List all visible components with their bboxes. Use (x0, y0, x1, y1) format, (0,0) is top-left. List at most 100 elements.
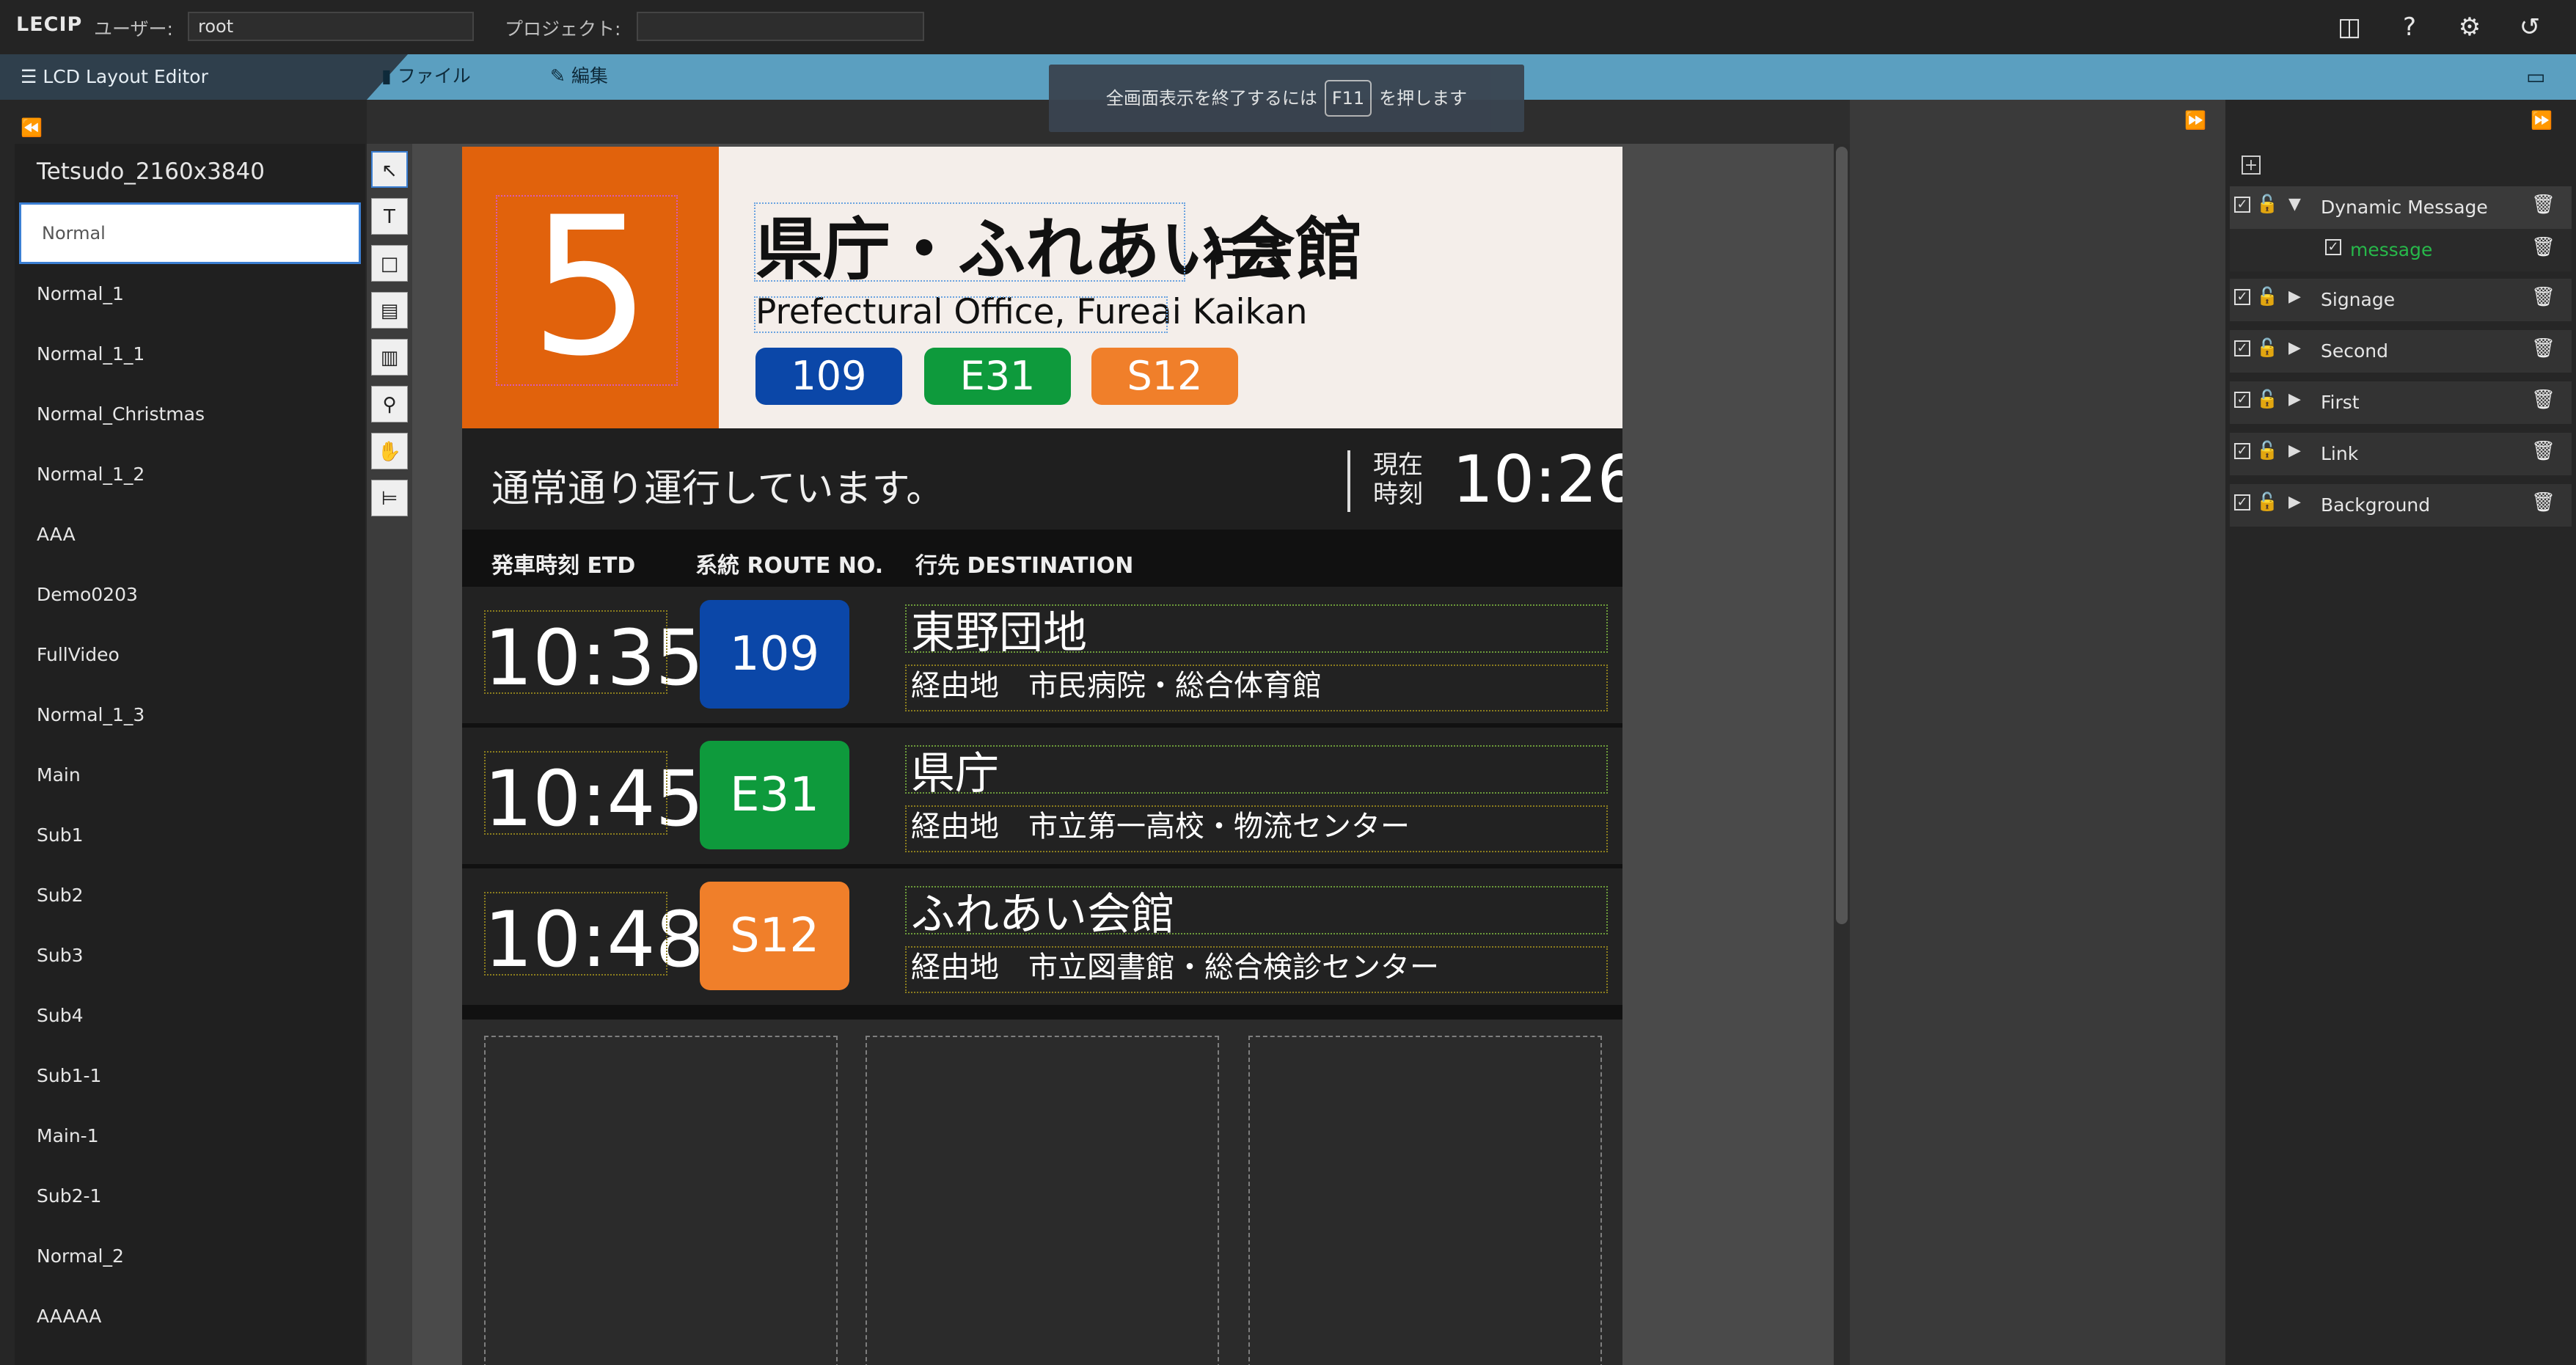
layout-item[interactable]: Main-1 (37, 1125, 99, 1146)
logout-icon[interactable]: ↺ (2513, 10, 2547, 44)
gear-icon[interactable]: ⚙ (2453, 10, 2487, 44)
layout-item[interactable]: Sub3 (37, 945, 84, 966)
chevron-down-icon[interactable]: ▼ (2288, 195, 2301, 213)
signage-preview[interactable]: 5 県庁・ふれあい会館 行き Prefectural Office, Furea… (462, 147, 1622, 1365)
route-badge[interactable]: E31 (924, 348, 1071, 405)
checkbox-icon[interactable]: ✓ (2234, 289, 2250, 305)
checkbox-icon[interactable]: ✓ (2234, 443, 2250, 459)
help-icon[interactable]: ? (2393, 10, 2426, 44)
route-badge[interactable]: 109 (755, 348, 902, 405)
layout-item[interactable]: AAAAA (37, 1306, 101, 1327)
zoom-icon[interactable]: ⚲ (371, 386, 408, 422)
layer-item[interactable]: ✓ 🔓 ▶ First 🗑 (2230, 381, 2572, 424)
layout-item[interactable]: Main (37, 764, 81, 786)
trash-icon[interactable]: 🗑 (2531, 491, 2555, 513)
window-tool-icon[interactable]: ▤ (371, 292, 408, 329)
chevron-right-icon[interactable]: ▶ (2288, 493, 2301, 511)
checkbox-icon[interactable]: ✓ (2234, 494, 2250, 510)
content-region[interactable] (1248, 1036, 1602, 1365)
checkbox-icon[interactable]: ✓ (2234, 392, 2250, 408)
layout-item[interactable]: Sub4 (37, 1005, 84, 1026)
layout-item[interactable]: FullVideo (37, 644, 120, 665)
file-icon: ▮ (381, 65, 392, 87)
area-tool-icon[interactable]: □ (371, 245, 408, 282)
layout-item[interactable]: Sub2-1 (37, 1185, 101, 1207)
departure-row[interactable]: 10:48 S12 ふれあい会館 経由地 市立図書館・総合検診センター (462, 868, 1622, 1005)
dest-frame (905, 604, 1608, 653)
layer-dynamic-message[interactable]: ✓ 🔓 ▼ Dynamic Message 🗑 (2230, 186, 2572, 229)
lock-icon[interactable]: 🔓 (2256, 286, 2278, 307)
collapse-left-icon[interactable]: ⏪ (21, 117, 43, 138)
select-arrow-icon[interactable]: ↖ (371, 151, 408, 188)
collapse-right-icon[interactable]: ⏩ (2531, 110, 2553, 131)
layout-item[interactable]: AAA (37, 524, 76, 545)
edit-menu[interactable]: ✎ 編集 (550, 62, 608, 88)
align-left-icon[interactable]: ⊨ (371, 480, 408, 516)
checkbox-icon[interactable]: ✓ (2234, 340, 2250, 356)
fullscreen-hint: 全画面表示を終了するには F11 を押します (1049, 65, 1524, 132)
window-icon[interactable]: ▭ (2526, 65, 2545, 89)
chevron-right-icon[interactable]: ▶ (2288, 288, 2301, 306)
trash-icon[interactable]: 🗑 (2531, 194, 2555, 216)
editor-tab[interactable]: ☰ LCD Layout Editor (0, 54, 408, 100)
departure-header: 発車時刻 ETD 系統 ROUTE NO. 行先 DESTINATION (462, 530, 1622, 587)
lock-icon[interactable]: 🔓 (2256, 491, 2278, 512)
layer-name: Signage (2321, 289, 2396, 310)
destination-header: 行先 DESTINATION (915, 553, 1134, 579)
hamburger-icon[interactable]: ☰ (21, 66, 37, 87)
content-region[interactable] (866, 1036, 1219, 1365)
layout-item[interactable]: Sub1 (37, 824, 84, 846)
chevron-right-icon[interactable]: ▶ (2288, 339, 2301, 357)
trash-icon[interactable]: 🗑 (2531, 337, 2555, 359)
departure-row[interactable]: 10:45 E31 県庁 経由地 市立第一高校・物流センター (462, 728, 1622, 864)
layout-item[interactable]: Sub1-1 (37, 1065, 101, 1086)
layout-item[interactable]: Normal_1_3 (37, 704, 144, 725)
layout-item[interactable]: Normal_1_2 (37, 464, 144, 485)
checkbox-icon[interactable]: ✓ (2325, 239, 2341, 255)
service-status[interactable]: 通常通り運行しています。 (491, 458, 944, 513)
layout-item[interactable]: Demo0203 (37, 584, 138, 605)
layout-item[interactable]: Normal_1 (37, 283, 124, 304)
user-field[interactable] (188, 12, 474, 41)
layer-item[interactable]: ✓ 🔓 ▶ Link 🗑 (2230, 433, 2572, 475)
region-tool-icon[interactable]: ▥ (371, 339, 408, 376)
layout-set-title[interactable]: Tetsudo_2160x3840 (37, 158, 265, 185)
layout-item[interactable]: Sub2 (37, 885, 84, 906)
lock-icon[interactable]: 🔓 (2256, 440, 2278, 461)
lock-icon[interactable]: 🔓 (2256, 194, 2278, 214)
layout-name-input[interactable]: Normal (19, 202, 361, 264)
add-layer-icon[interactable]: + (2242, 155, 2261, 175)
hand-icon[interactable]: ✋ (371, 433, 408, 469)
layer-item[interactable]: ✓ 🔓 ▶ Signage 🗑 (2230, 279, 2572, 321)
layout-item[interactable]: Normal_1_1 (37, 343, 144, 365)
trash-icon[interactable]: 🗑 (2531, 286, 2555, 308)
content-region[interactable] (484, 1036, 838, 1365)
chevron-right-icon[interactable]: ▶ (2288, 442, 2301, 460)
checkbox-icon[interactable]: ✓ (2234, 197, 2250, 213)
layer-item[interactable]: ✓ 🔓 ▶ Second 🗑 (2230, 330, 2572, 373)
layer-message[interactable]: ✓ message 🗑 (2230, 229, 2572, 271)
departure-row[interactable]: 10:35 109 東野団地 経由地 市民病院・総合体育館 (462, 587, 1622, 723)
book-icon[interactable]: ◫ (2332, 10, 2366, 44)
trash-icon[interactable]: 🗑 (2531, 440, 2555, 462)
lock-icon[interactable]: 🔓 (2256, 389, 2278, 409)
current-time[interactable]: 10:26 (1452, 442, 1622, 517)
now-label-line2: 時刻 (1373, 480, 1423, 509)
layer-item[interactable]: ✓ 🔓 ▶ Background 🗑 (2230, 484, 2572, 527)
layout-item[interactable]: Normal_Christmas (37, 403, 205, 425)
platform-frame (496, 195, 678, 386)
file-menu[interactable]: ▮ ファイル (381, 62, 471, 88)
lock-icon[interactable]: 🔓 (2256, 337, 2278, 358)
destination-suffix[interactable]: 行き (1203, 222, 1294, 288)
top-bar: LECIP ユーザー: プロジェクト: ◫ ? ⚙ ↺ (0, 0, 2576, 56)
route-badge[interactable]: S12 (1091, 348, 1238, 405)
trash-icon[interactable]: 🗑 (2531, 389, 2555, 411)
expand-panel-icon[interactable]: ⏩ (2184, 110, 2206, 131)
scrollbar-thumb[interactable] (1836, 147, 1848, 924)
trash-icon[interactable]: 🗑 (2531, 236, 2555, 258)
route-number: E31 (700, 741, 849, 849)
chevron-right-icon[interactable]: ▶ (2288, 390, 2301, 409)
text-tool-icon[interactable]: T (371, 198, 408, 235)
project-field[interactable] (637, 12, 924, 41)
layout-item[interactable]: Normal_2 (37, 1245, 124, 1267)
